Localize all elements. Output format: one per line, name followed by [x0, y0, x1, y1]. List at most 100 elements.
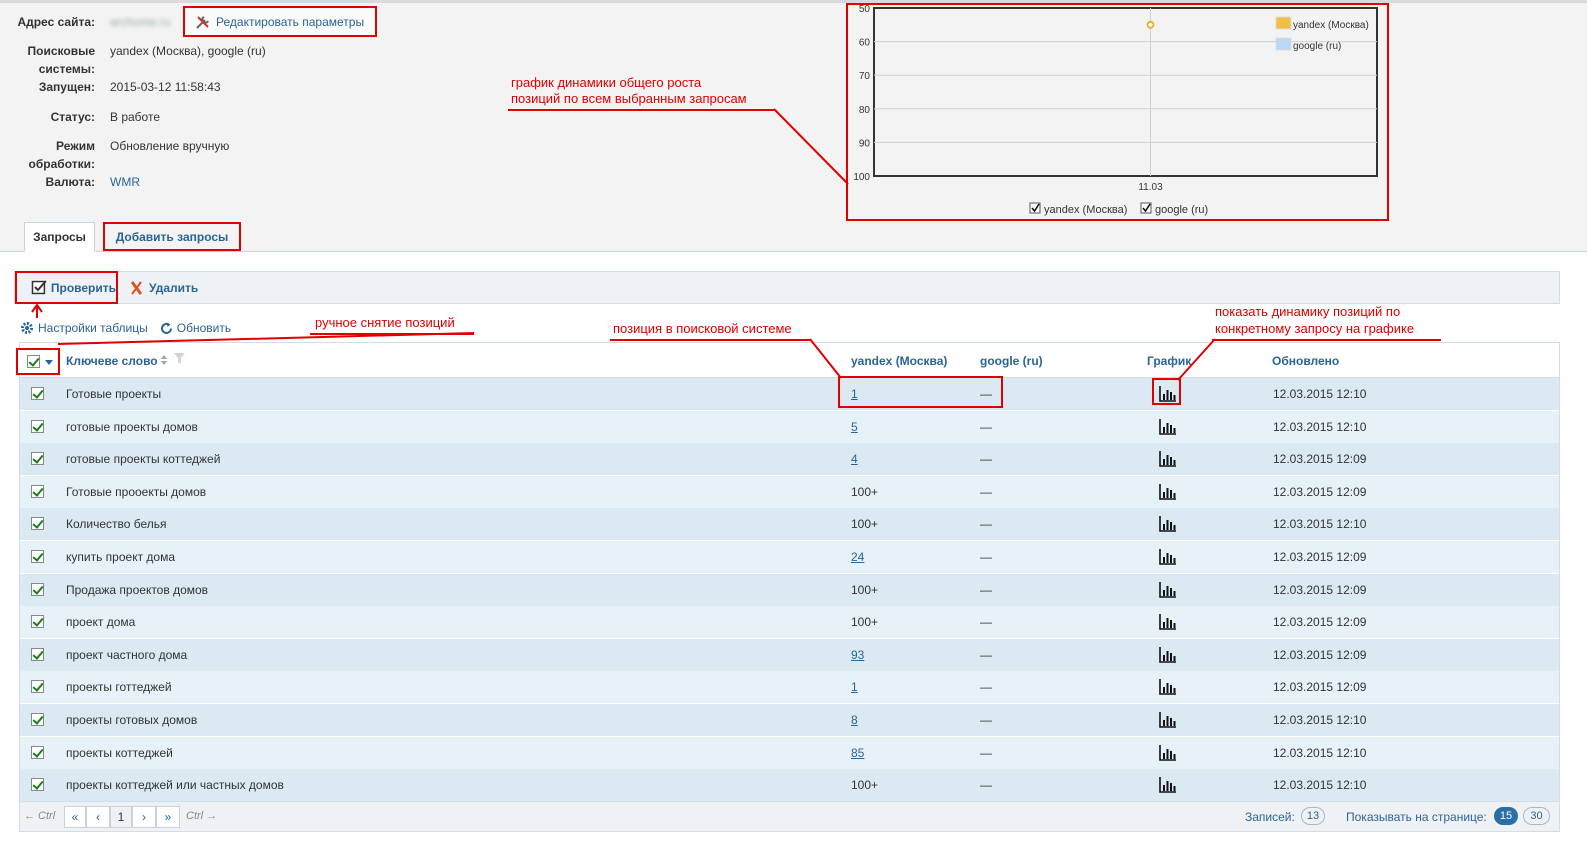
- row-checkbox[interactable]: [31, 680, 44, 694]
- row-keyword: проекты готтеджей: [66, 680, 172, 695]
- currency-value[interactable]: WMR: [110, 173, 140, 191]
- graph-note-line-1: показать динамику позиций по: [1215, 304, 1401, 319]
- x-tick-label: 11.03: [1138, 182, 1163, 193]
- check-button-label: Проверить: [50, 280, 116, 295]
- row-yandex-position: 100+: [851, 517, 879, 532]
- row-yandex-position[interactable]: 24: [851, 550, 864, 564]
- row-yandex-position[interactable]: 5: [851, 420, 858, 434]
- table-row: Продажа проектов домов 100+ — 12.03.2015 12…: [20, 573, 1559, 607]
- plot-area: [873, 7, 1378, 177]
- engines-value: yandex (Москва), google (ru): [110, 44, 266, 58]
- records-label: Записей:: [1245, 810, 1295, 824]
- header-keyword[interactable]: Ключеве слово: [66, 354, 158, 368]
- row-checkbox[interactable]: [31, 778, 44, 792]
- edit-params-button[interactable]: Редактировать параметры: [183, 6, 377, 37]
- started-label: Запущен:: [38, 80, 95, 94]
- y-tick-label: 60: [859, 38, 871, 49]
- chart-note-underline: [508, 109, 774, 111]
- header-updated[interactable]: Обновлено: [1272, 354, 1339, 368]
- sort-arrows-icon[interactable]: [161, 355, 167, 365]
- y-tick-label: 70: [859, 71, 871, 82]
- bar-chart-icon[interactable]: [1159, 744, 1176, 761]
- bar-chart-icon[interactable]: [1159, 777, 1176, 793]
- row-yandex-position: 100+: [851, 778, 879, 793]
- select-all-checkbox[interactable]: [27, 355, 40, 368]
- row-checkbox[interactable]: [31, 647, 44, 661]
- per-page-15[interactable]: 15: [1494, 807, 1518, 825]
- row-yandex-position[interactable]: 93: [851, 648, 864, 662]
- row-keyword: проект дома: [66, 615, 136, 630]
- bar-chart-icon[interactable]: [1159, 679, 1176, 696]
- row-checkbox[interactable]: [31, 387, 44, 400]
- row-checkbox[interactable]: [31, 550, 44, 563]
- row-google-position: —: [980, 713, 992, 727]
- site-label: Адрес сайта:: [17, 15, 95, 29]
- last-page-button[interactable]: »: [156, 806, 180, 828]
- filter-icon[interactable]: [174, 353, 185, 365]
- row-checkbox[interactable]: [31, 452, 44, 466]
- row-keyword: проекты коттеджей: [66, 745, 173, 760]
- graph-highlight-box: [1152, 378, 1181, 405]
- row-checkbox[interactable]: [31, 615, 44, 629]
- select-all-control[interactable]: [16, 348, 60, 375]
- bar-chart-icon[interactable]: [1159, 451, 1176, 467]
- bar-chart-icon[interactable]: [1159, 483, 1176, 500]
- tab-add-queries[interactable]: Добавить запросы: [103, 222, 241, 251]
- row-checkbox[interactable]: [31, 745, 44, 759]
- row-yandex-position[interactable]: 4: [851, 452, 858, 466]
- edit-params-label: Редактировать параметры: [216, 14, 365, 29]
- tab-queries[interactable]: Запросы: [24, 222, 95, 252]
- per-page-30[interactable]: 30: [1523, 807, 1550, 825]
- current-page[interactable]: 1: [110, 806, 132, 828]
- bar-chart-icon[interactable]: [1159, 516, 1176, 533]
- row-keyword: Готовые проекты: [66, 387, 162, 401]
- bar-chart-icon[interactable]: [1159, 712, 1176, 728]
- row-checkbox[interactable]: [31, 582, 44, 596]
- row-checkbox[interactable]: [31, 419, 44, 433]
- next-page-button[interactable]: ›: [132, 806, 156, 828]
- row-updated: 12.03.2015 12:10: [1273, 387, 1367, 401]
- legend-swatch: [1275, 37, 1292, 51]
- position-note: позиция в поисковой системе: [613, 321, 792, 336]
- row-yandex-position: 100+: [851, 615, 879, 630]
- row-checkbox[interactable]: [31, 713, 44, 726]
- status-value: В работе: [110, 110, 161, 124]
- records-count: 13: [1301, 807, 1325, 825]
- header-google[interactable]: google (ru): [980, 354, 1043, 368]
- chevron-down-icon[interactable]: [45, 360, 53, 366]
- row-keyword: готовые проекты домов: [66, 419, 198, 434]
- row-keyword: готовые проекты коттеджей: [66, 452, 221, 467]
- delete-button-label: Удалить: [149, 281, 199, 295]
- row-yandex-position[interactable]: 85: [851, 746, 864, 760]
- header-yandex[interactable]: yandex (Москва): [851, 354, 947, 368]
- prev-page-button[interactable]: ‹: [86, 806, 110, 828]
- row-google-position: —: [980, 778, 992, 793]
- header-graph: График: [1147, 354, 1192, 368]
- table-row: Количество белья 100+ — 12.03.2015 12:10: [20, 508, 1559, 542]
- bar-chart-icon[interactable]: [1159, 614, 1176, 630]
- row-google-position: —: [980, 745, 992, 760]
- mode-value: Обновление вручную: [110, 139, 230, 153]
- row-keyword: проекты коттеджей или частных домов: [66, 778, 284, 793]
- pagination-bar: ← Ctrl « ‹ 1 › » Ctrl → Записей: 13 Пока…: [20, 801, 1559, 831]
- row-updated: 12.03.2015 12:10: [1273, 713, 1367, 727]
- delete-button[interactable]: Удалить: [130, 278, 198, 298]
- bar-chart-icon[interactable]: [1159, 646, 1176, 663]
- check-button[interactable]: Проверить: [15, 271, 118, 304]
- chart-note-line-2: позиций по всем выбранным запросам: [511, 91, 747, 106]
- row-keyword: Продажа проектов домов: [66, 582, 209, 597]
- row-checkbox[interactable]: [31, 517, 44, 531]
- row-yandex-position[interactable]: 1: [851, 680, 858, 694]
- bar-chart-icon[interactable]: [1159, 418, 1176, 435]
- bar-chart-icon[interactable]: [1159, 549, 1176, 565]
- first-page-button[interactable]: «: [64, 806, 86, 828]
- row-checkbox[interactable]: [31, 484, 44, 498]
- graph-note-line-2: конкретному запросу на графике: [1215, 321, 1415, 336]
- row-yandex-position[interactable]: 8: [851, 713, 858, 727]
- queries-table: Ключеве слово yandex (Москва) google (ru…: [16, 342, 1560, 832]
- refresh-link[interactable]: Обновить: [160, 321, 231, 335]
- bar-chart-icon[interactable]: [1159, 581, 1176, 598]
- table-settings-link[interactable]: Настройки таблицы: [20, 321, 148, 335]
- y-tick-label: 100: [853, 172, 870, 183]
- y-tick-label: 90: [859, 138, 871, 149]
